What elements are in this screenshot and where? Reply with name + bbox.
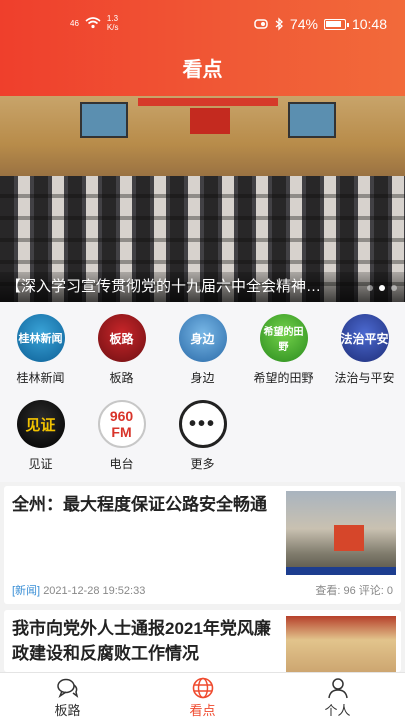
channel-radio[interactable]: 960 FM 电台 xyxy=(81,400,162,472)
more-dots-icon: ••• xyxy=(178,400,227,448)
logo-text: 960 FM xyxy=(109,408,134,440)
channel-label: 板路 xyxy=(109,371,134,385)
channel-label: 希望的田野 xyxy=(253,371,314,385)
tab-kandian[interactable]: 看点 xyxy=(135,673,270,720)
status-left: 46 1.3 K/s xyxy=(70,14,118,32)
hope-fields-logo-icon: 希望的田野 xyxy=(259,314,308,362)
logo-text: 法治平安 xyxy=(340,331,389,346)
banner-caption-text: 【深入学习宣传贯彻党的十九届六中全会精神… xyxy=(6,278,322,295)
news-stats: 查看: 96 评论: 0 xyxy=(315,585,393,597)
clock: 10:48 xyxy=(351,16,387,32)
signal-strength-text: 46 xyxy=(70,18,79,28)
news-thumbnail xyxy=(286,616,396,672)
logo-text: 身边 xyxy=(190,331,215,346)
channel-label: 法治与平安 xyxy=(334,371,395,385)
battery-percent: 74% xyxy=(289,16,318,32)
news-card[interactable]: 全州：最大程度保证公路安全畅通 [新闻] 2021-12-28 19:52:33… xyxy=(4,486,401,604)
network-speed: 1.3 K/s xyxy=(107,14,119,32)
banner-image xyxy=(0,96,405,176)
channel-label: 桂林新闻 xyxy=(16,371,65,385)
channel-witness[interactable]: 见证 见证 xyxy=(0,400,81,472)
tab-label: 个人 xyxy=(324,703,351,718)
news-card[interactable]: 我市向党外人士通报2021年党风廉政建设和反腐败工作情况 xyxy=(4,610,401,672)
banlu-logo-icon: 板路 xyxy=(97,314,146,362)
news-tag[interactable]: [新闻] xyxy=(12,585,40,597)
channel-label: 见证 xyxy=(28,457,53,471)
tab-personal[interactable]: 个人 xyxy=(270,673,405,720)
news-title: 全州：最大程度保证公路安全畅通 xyxy=(12,495,267,514)
page-title: 看点 xyxy=(0,48,405,96)
channel-shenbian[interactable]: 身边 身边 xyxy=(162,314,243,386)
person-icon xyxy=(327,678,348,699)
channel-law-safety[interactable]: 法治平安 法治与平安 xyxy=(324,314,405,386)
banner-screen-right xyxy=(288,102,336,138)
channel-label: 身边 xyxy=(190,371,215,385)
carousel-dot[interactable] xyxy=(367,285,373,291)
logo-text: 见证 xyxy=(25,416,56,434)
wifi-icon xyxy=(85,17,101,29)
tab-label: 看点 xyxy=(189,703,216,718)
battery-icon xyxy=(323,18,349,30)
channel-hope-fields[interactable]: 希望的田野 希望的田野 xyxy=(243,314,324,386)
banner-carousel[interactable]: 【深入学习宣传贯彻党的十九届六中全会精神… xyxy=(0,96,405,302)
law-safety-logo-icon: 法治平安 xyxy=(340,314,389,362)
status-right: 74% 10:48 xyxy=(254,16,387,32)
banner-red-band xyxy=(138,98,278,106)
channel-guilin-news[interactable]: 桂林新闻 桂林新闻 xyxy=(0,314,81,386)
chat-bubbles-icon xyxy=(56,678,78,698)
speed-unit: K/s xyxy=(106,23,119,32)
logo-text: 板路 xyxy=(109,331,134,346)
logo-text: 桂林新闻 xyxy=(18,333,63,345)
witness-logo-icon: 见证 xyxy=(16,400,65,448)
alarm-icon xyxy=(254,19,268,29)
shenbian-logo-icon: 身边 xyxy=(178,314,227,362)
speed-value: 1.3 xyxy=(106,14,119,23)
carousel-dots xyxy=(367,285,397,291)
channel-banlu[interactable]: 板路 板路 xyxy=(81,314,162,386)
news-thumbnail xyxy=(286,491,396,575)
channel-label: 更多 xyxy=(190,457,215,471)
bluetooth-icon xyxy=(275,17,283,31)
globe-icon xyxy=(192,677,213,699)
banner-flag xyxy=(190,108,230,134)
channel-more[interactable]: ••• 更多 xyxy=(162,400,243,472)
news-title: 我市向党外人士通报2021年党风廉政建设和反腐败工作情况 xyxy=(12,619,271,663)
tab-label: 板路 xyxy=(54,703,81,718)
news-meta: [新闻] 2021-12-28 19:52:33 xyxy=(12,582,145,598)
channel-grid: 桂林新闻 桂林新闻 板路 板路 身边 身边 希望的田野 希望的田野 法治平安 法… xyxy=(0,302,405,482)
logo-text: ••• xyxy=(188,412,216,435)
radio-logo-icon: 960 FM xyxy=(97,400,146,448)
guilin-news-logo-icon: 桂林新闻 xyxy=(16,314,65,362)
carousel-dot-active[interactable] xyxy=(379,285,385,291)
news-datetime: 2021-12-28 19:52:33 xyxy=(43,585,146,597)
logo-text: 希望的田野 xyxy=(263,327,304,353)
tab-banlu[interactable]: 板路 xyxy=(0,673,135,720)
truck-shape xyxy=(334,525,364,551)
thumbnail-caption-strip xyxy=(286,567,396,575)
bottom-tab-bar: 板路 看点 个人 xyxy=(0,672,405,720)
status-bar: 46 1.3 K/s 74% 10:48 xyxy=(0,0,405,48)
banner-screen-left xyxy=(80,102,128,138)
channel-label: 电台 xyxy=(109,457,134,471)
banner-caption[interactable]: 【深入学习宣传贯彻党的十九届六中全会精神… xyxy=(0,272,405,302)
carousel-dot[interactable] xyxy=(391,285,397,291)
